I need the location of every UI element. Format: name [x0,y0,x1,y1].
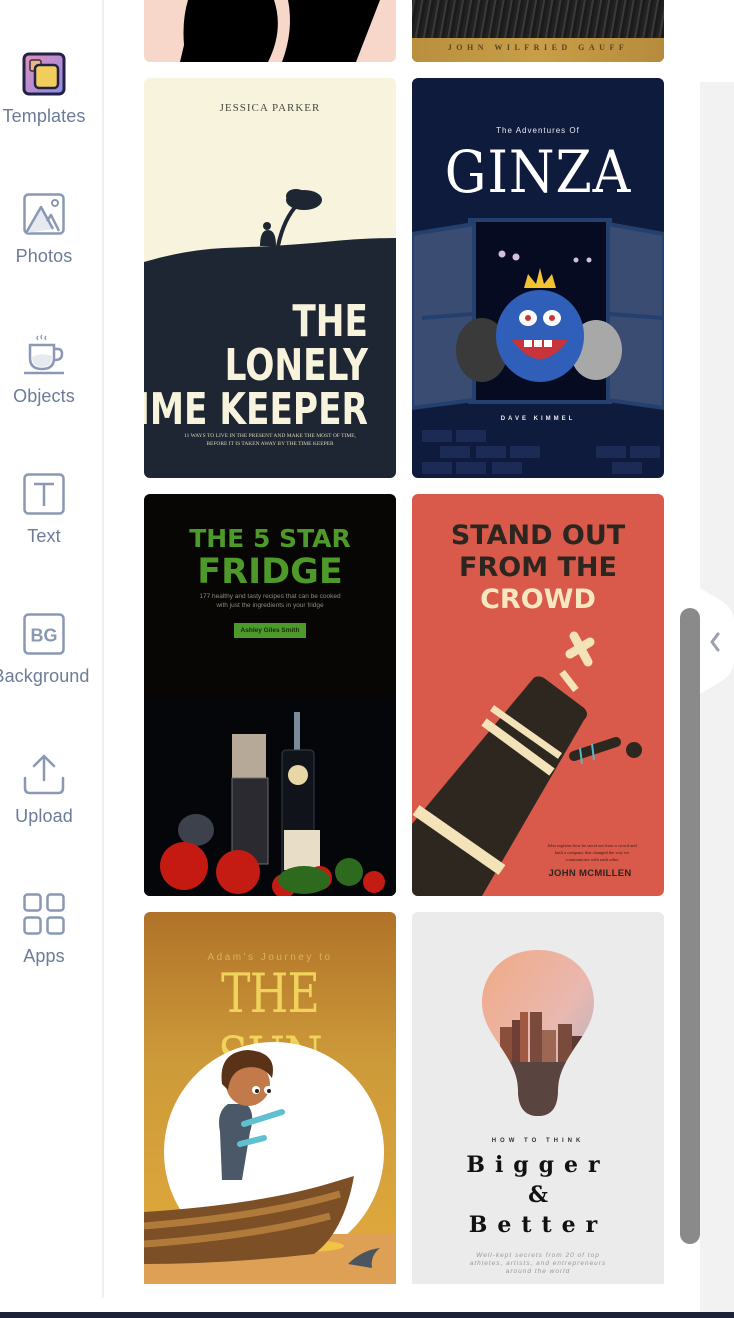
boy-boat-illustration [144,1042,396,1284]
sidebar-item-templates[interactable]: Templates [0,52,88,127]
lightbulb-city-photo [482,950,594,1116]
cover-author: JOHN MCMILLEN [548,868,632,879]
cover-kicker: HOW TO THINK [491,1138,585,1144]
template-card[interactable]: The Adventures Of GINZA DAVE KIMMEL [412,78,664,478]
sidebar-item-text[interactable]: Text [0,472,88,547]
chess-illustration [412,631,642,896]
sidebar-item-label: Photos [15,246,73,266]
template-card[interactable]: STAND OUT FROM THE CROWD John explains h… [412,494,664,896]
templates-icon [22,52,66,96]
sidebar-item-label: Upload [15,806,73,826]
template-card[interactable]: JOHN WILFRIED GAUFF [412,0,664,62]
cover-subtitle: John explains how he stood out from a cr… [547,843,637,862]
sidebar-item-upload[interactable]: Upload [0,752,88,827]
sidebar-item-background[interactable]: BG Background [0,612,90,687]
svg-text:BG: BG [31,626,58,646]
food-photo [144,700,396,896]
texture-band [412,0,664,38]
cover-subtitle: 177 healthy and tasty recipes that can b… [199,593,341,609]
background-icon: BG [22,612,66,656]
canvas-area [700,82,734,1318]
apps-icon [22,892,66,936]
sidebar-item-label: Objects [13,386,75,406]
bottom-bar [0,1312,734,1318]
template-card[interactable]: Adam's Journey to THE SUN [144,912,396,1284]
cover-author: Ashley Giles Smith [234,623,306,638]
template-card[interactable] [144,0,396,62]
sidebar-item-label: Apps [23,946,65,966]
silhouette-illustration [180,0,380,62]
editor-root: Templates Photos Objects Text BG Backgro… [0,0,734,1318]
cover-title: THE LONELY TIME KEEPER [144,296,368,435]
cover-author: JOHN WILFRIED GAUFF [447,43,629,52]
template-card[interactable]: THE 5 STAR FRIDGE 177 healthy and tasty … [144,494,396,896]
template-card[interactable]: HOW TO THINK Bigger & Better Well-kept s… [412,912,664,1284]
cover-author: DAVE KIMMEL [500,416,576,422]
upload-icon [22,752,66,796]
sidebar: Templates Photos Objects Text BG Backgro… [0,0,104,1298]
sidebar-item-label: Background [0,666,90,686]
cover-title: Bigger & Better [466,1152,610,1238]
sidebar-item-label: Text [27,526,61,546]
cover-subtitle: Well-kept secrets from 20 of top athlete… [469,1252,607,1275]
sidebar-item-objects[interactable]: Objects [0,332,88,407]
scrollbar-thumb[interactable] [680,608,700,1244]
sidebar-item-apps[interactable]: Apps [0,892,88,967]
sidebar-item-photos[interactable]: Photos [0,192,88,267]
template-card[interactable]: JESSICA PARKER THE LONELY TIME KEEPER 11… [144,78,396,478]
templates-grid: JOHN WILFRIED GAUFF JESSICA PARKER THE L… [106,0,700,1298]
photos-icon [22,192,66,236]
collapse-panel-button[interactable] [700,588,734,694]
cover-subtitle: 11 WAYS TO LIVE IN THE PRESENT AND MAKE … [184,433,356,447]
objects-icon [22,332,66,376]
text-icon [22,472,66,516]
sidebar-item-label: Templates [2,106,86,126]
cover-title: THE 5 STAR FRIDGE [189,524,351,592]
